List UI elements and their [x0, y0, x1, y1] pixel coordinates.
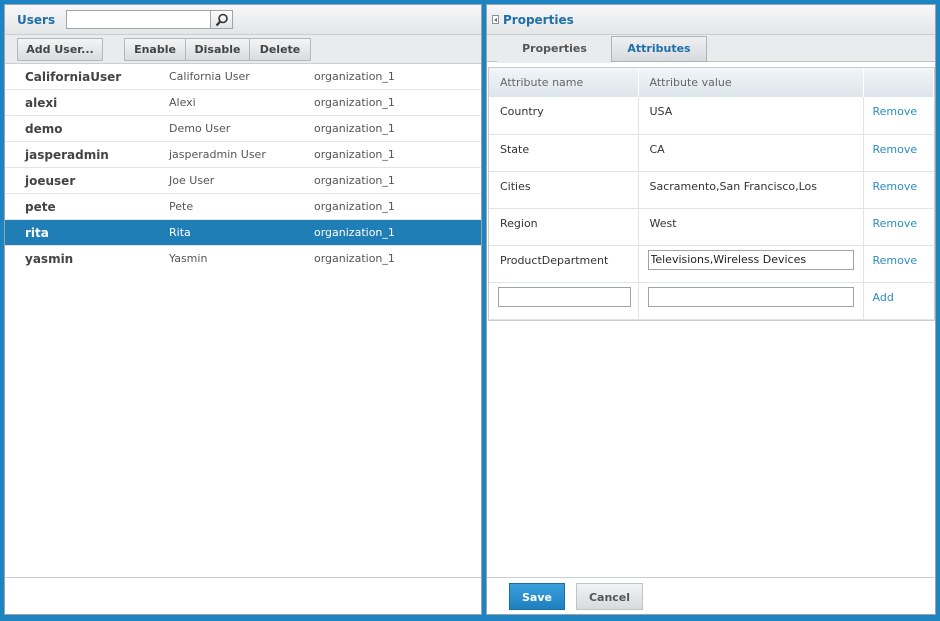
user-full-name: Demo User	[169, 122, 231, 135]
user-row[interactable]: alexi Alexi organization_1	[5, 90, 481, 116]
cancel-button[interactable]: Cancel	[576, 583, 643, 610]
remove-link[interactable]: Remove	[873, 105, 918, 118]
user-name: jasperadmin	[25, 148, 109, 162]
add-link[interactable]: Add	[873, 291, 894, 304]
attribute-value: West	[638, 208, 864, 246]
remove-link[interactable]: Remove	[873, 254, 918, 267]
properties-footer: Save Cancel	[487, 577, 935, 614]
user-name: alexi	[25, 96, 58, 110]
attribute-name: Region	[489, 208, 639, 246]
header-actions	[863, 68, 934, 97]
search-input[interactable]	[66, 10, 211, 29]
search-icon	[215, 13, 228, 27]
user-row[interactable]: yasmin Yasmin organization_1	[5, 246, 481, 272]
remove-link[interactable]: Remove	[873, 180, 918, 193]
attribute-name: Country	[489, 97, 639, 135]
user-organization: organization_1	[314, 70, 395, 83]
properties-panel: Properties Properties Attributes Attribu…	[486, 4, 936, 615]
attribute-name: State	[489, 134, 639, 172]
properties-header: Properties	[487, 5, 935, 35]
attribute-row-editing: ProductDepartment Remove	[489, 245, 934, 283]
user-row[interactable]: demo Demo User organization_1	[5, 116, 481, 142]
user-name: joeuser	[25, 174, 76, 188]
users-title: Users	[17, 13, 56, 27]
attribute-row: State CA Remove	[489, 134, 934, 172]
user-name: rita	[25, 226, 49, 240]
save-button[interactable]: Save	[509, 583, 565, 610]
attribute-value-input[interactable]	[647, 249, 854, 270]
user-full-name: Pete	[169, 200, 194, 213]
user-full-name: jasperadmin User	[169, 148, 266, 161]
user-row-selected[interactable]: rita Rita organization_1	[5, 220, 481, 246]
tab-attributes[interactable]: Attributes	[611, 36, 707, 62]
remove-link[interactable]: Remove	[873, 143, 918, 156]
header-attribute-name: Attribute name	[489, 68, 639, 97]
attributes-table: Attribute name Attribute value Country U…	[488, 67, 935, 321]
user-organization: organization_1	[314, 226, 395, 239]
tab-properties[interactable]: Properties	[497, 36, 612, 63]
delete-button[interactable]: Delete	[249, 38, 311, 61]
users-header: Users	[5, 5, 481, 35]
user-full-name: Yasmin	[169, 252, 208, 265]
users-footer	[5, 577, 481, 614]
new-attribute-name-input[interactable]	[498, 286, 631, 307]
attribute-value: CA	[638, 134, 864, 172]
attribute-row: Region West Remove	[489, 208, 934, 246]
header-attribute-value: Attribute value	[638, 68, 864, 97]
user-organization: organization_1	[314, 122, 395, 135]
user-row[interactable]: jasperadmin jasperadmin User organizatio…	[5, 142, 481, 168]
enable-button[interactable]: Enable	[124, 38, 186, 61]
user-full-name: California User	[169, 70, 250, 83]
attribute-row: Cities Sacramento,San Francisco,Los Remo…	[489, 171, 934, 209]
attribute-value: Sacramento,San Francisco,Los	[638, 171, 864, 209]
attribute-name: Cities	[489, 171, 639, 209]
attribute-row: Country USA Remove	[489, 97, 934, 135]
add-user-button[interactable]: Add User...	[17, 38, 103, 61]
user-row[interactable]: joeuser Joe User organization_1	[5, 168, 481, 194]
properties-title: Properties	[503, 13, 574, 27]
remove-link[interactable]: Remove	[873, 217, 918, 230]
attribute-name: ProductDepartment	[489, 245, 639, 283]
user-row[interactable]: pete Pete organization_1	[5, 194, 481, 220]
user-name: yasmin	[25, 252, 74, 266]
user-name: CaliforniaUser	[25, 70, 122, 84]
user-full-name: Alexi	[169, 96, 196, 109]
user-organization: organization_1	[314, 252, 395, 265]
collapse-panel-icon[interactable]	[492, 15, 499, 24]
user-organization: organization_1	[314, 96, 395, 109]
users-toolbar: Add User... Enable Disable Delete	[5, 35, 481, 64]
properties-tabs: Properties Attributes	[487, 35, 935, 63]
user-row[interactable]: CaliforniaUser California User organizat…	[5, 64, 481, 90]
user-organization: organization_1	[314, 200, 395, 213]
users-panel: Users Add User... Enable Disable Delete …	[4, 4, 482, 615]
user-organization: organization_1	[314, 148, 395, 161]
user-full-name: Joe User	[169, 174, 215, 187]
user-organization: organization_1	[314, 174, 395, 187]
search-button[interactable]	[210, 10, 233, 29]
user-name: demo	[25, 122, 63, 136]
attribute-value: USA	[638, 97, 864, 135]
user-list: CaliforniaUser California User organizat…	[5, 64, 481, 272]
new-attribute-row: Add	[489, 282, 934, 320]
new-attribute-value-input[interactable]	[647, 286, 854, 307]
user-name: pete	[25, 200, 56, 214]
disable-button[interactable]: Disable	[185, 38, 250, 61]
user-full-name: Rita	[169, 226, 191, 239]
